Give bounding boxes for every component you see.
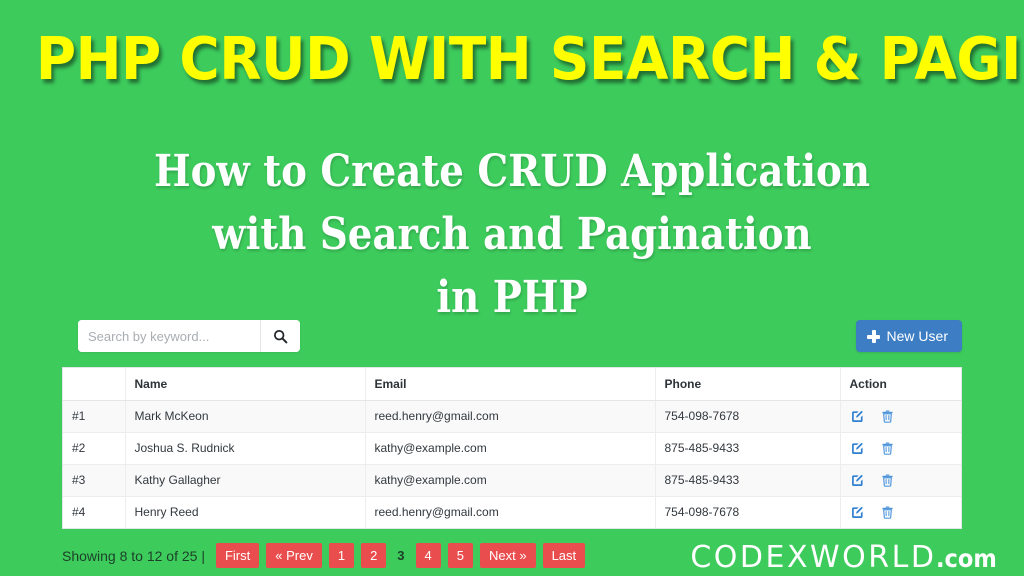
edit-icon[interactable] <box>850 473 865 488</box>
trash-icon[interactable] <box>880 441 895 456</box>
search-input[interactable] <box>78 320 260 352</box>
table-row: #3 Kathy Gallagher kathy@example.com 875… <box>63 464 961 497</box>
cell-phone: 875-485-9433 <box>655 464 841 497</box>
logo-tld: .com <box>936 544 998 573</box>
pagination-page-5[interactable]: 5 <box>447 543 473 568</box>
subtitle-line-2: with Search and Pagination <box>212 209 812 260</box>
search-button[interactable] <box>260 320 300 352</box>
toolbar: New User <box>62 320 962 354</box>
cell-name: Joshua S. Rudnick <box>125 432 366 465</box>
table-body: #1 Mark McKeon reed.henry@gmail.com 754-… <box>63 400 961 528</box>
cell-action <box>840 464 961 497</box>
cell-action <box>840 432 961 465</box>
column-header-action: Action <box>840 368 961 401</box>
search-icon <box>273 329 288 344</box>
pagination-prev[interactable]: « Prev <box>266 543 322 568</box>
cell-email: reed.henry@gmail.com <box>365 400 656 433</box>
cell-action <box>840 400 961 433</box>
cell-phone: 754-098-7678 <box>655 400 841 433</box>
trash-icon[interactable] <box>880 505 895 520</box>
pagination: Showing 8 to 12 of 25 | First « Prev 1 2… <box>62 543 586 568</box>
pagination-info: Showing 8 to 12 of 25 | <box>62 547 205 564</box>
pagination-first[interactable]: First <box>215 543 260 568</box>
trash-icon[interactable] <box>880 473 895 488</box>
users-table: Name Email Phone Action #1 Mark McKeon r… <box>63 368 961 528</box>
pagination-page-2[interactable]: 2 <box>361 543 387 568</box>
pagination-last[interactable]: Last <box>542 543 586 568</box>
cell-name: Mark McKeon <box>125 400 366 433</box>
add-user-button[interactable]: New User <box>855 320 962 352</box>
site-logo: CODEXWORLD .com <box>690 540 1004 575</box>
table-row: #4 Henry Reed reed.henry@gmail.com 754-0… <box>63 496 961 528</box>
cell-phone: 754-098-7678 <box>655 496 841 528</box>
logo-name: CODEXWORLD <box>690 540 937 575</box>
table-row: #2 Joshua S. Rudnick kathy@example.com 8… <box>63 432 961 465</box>
add-user-label: New User <box>886 328 948 344</box>
column-header-name: Name <box>125 368 366 401</box>
cell-phone: 875-485-9433 <box>655 432 841 465</box>
column-header-phone: Phone <box>655 368 841 401</box>
table-header: Name Email Phone Action <box>63 368 961 401</box>
plus-icon <box>866 329 880 343</box>
users-table-container: Name Email Phone Action #1 Mark McKeon r… <box>62 367 962 529</box>
column-header-email: Email <box>365 368 656 401</box>
cell-name: Henry Reed <box>125 496 366 528</box>
pagination-next[interactable]: Next » <box>480 543 536 568</box>
cell-email: kathy@example.com <box>365 432 656 465</box>
banner-canvas: PHP CRUD WITH SEARCH & PAGINATION How to… <box>0 0 1024 576</box>
cell-name: Kathy Gallagher <box>125 464 366 497</box>
pagination-page-1[interactable]: 1 <box>328 543 355 568</box>
page-title: PHP CRUD WITH SEARCH & PAGINATION <box>35 24 1024 93</box>
cell-id: #3 <box>63 464 126 497</box>
cell-id: #4 <box>63 496 126 528</box>
cell-id: #1 <box>63 400 126 433</box>
subtitle-line-1: How to Create CRUD Application <box>153 146 871 197</box>
trash-icon[interactable] <box>880 409 895 424</box>
edit-icon[interactable] <box>850 409 865 424</box>
edit-icon[interactable] <box>850 505 865 520</box>
pagination-page-4[interactable]: 4 <box>415 543 441 568</box>
column-header-id <box>63 368 126 401</box>
edit-icon[interactable] <box>850 441 865 456</box>
search-group <box>78 320 300 352</box>
table-header-row: Name Email Phone Action <box>63 368 961 401</box>
table-row: #1 Mark McKeon reed.henry@gmail.com 754-… <box>63 400 961 433</box>
page-subtitle: How to Create CRUD Application with Sear… <box>61 140 962 329</box>
cell-email: reed.henry@gmail.com <box>365 496 656 528</box>
cell-action <box>840 496 961 528</box>
pagination-page-3-current: 3 <box>397 548 405 563</box>
cell-id: #2 <box>63 432 126 465</box>
cell-email: kathy@example.com <box>365 464 656 497</box>
